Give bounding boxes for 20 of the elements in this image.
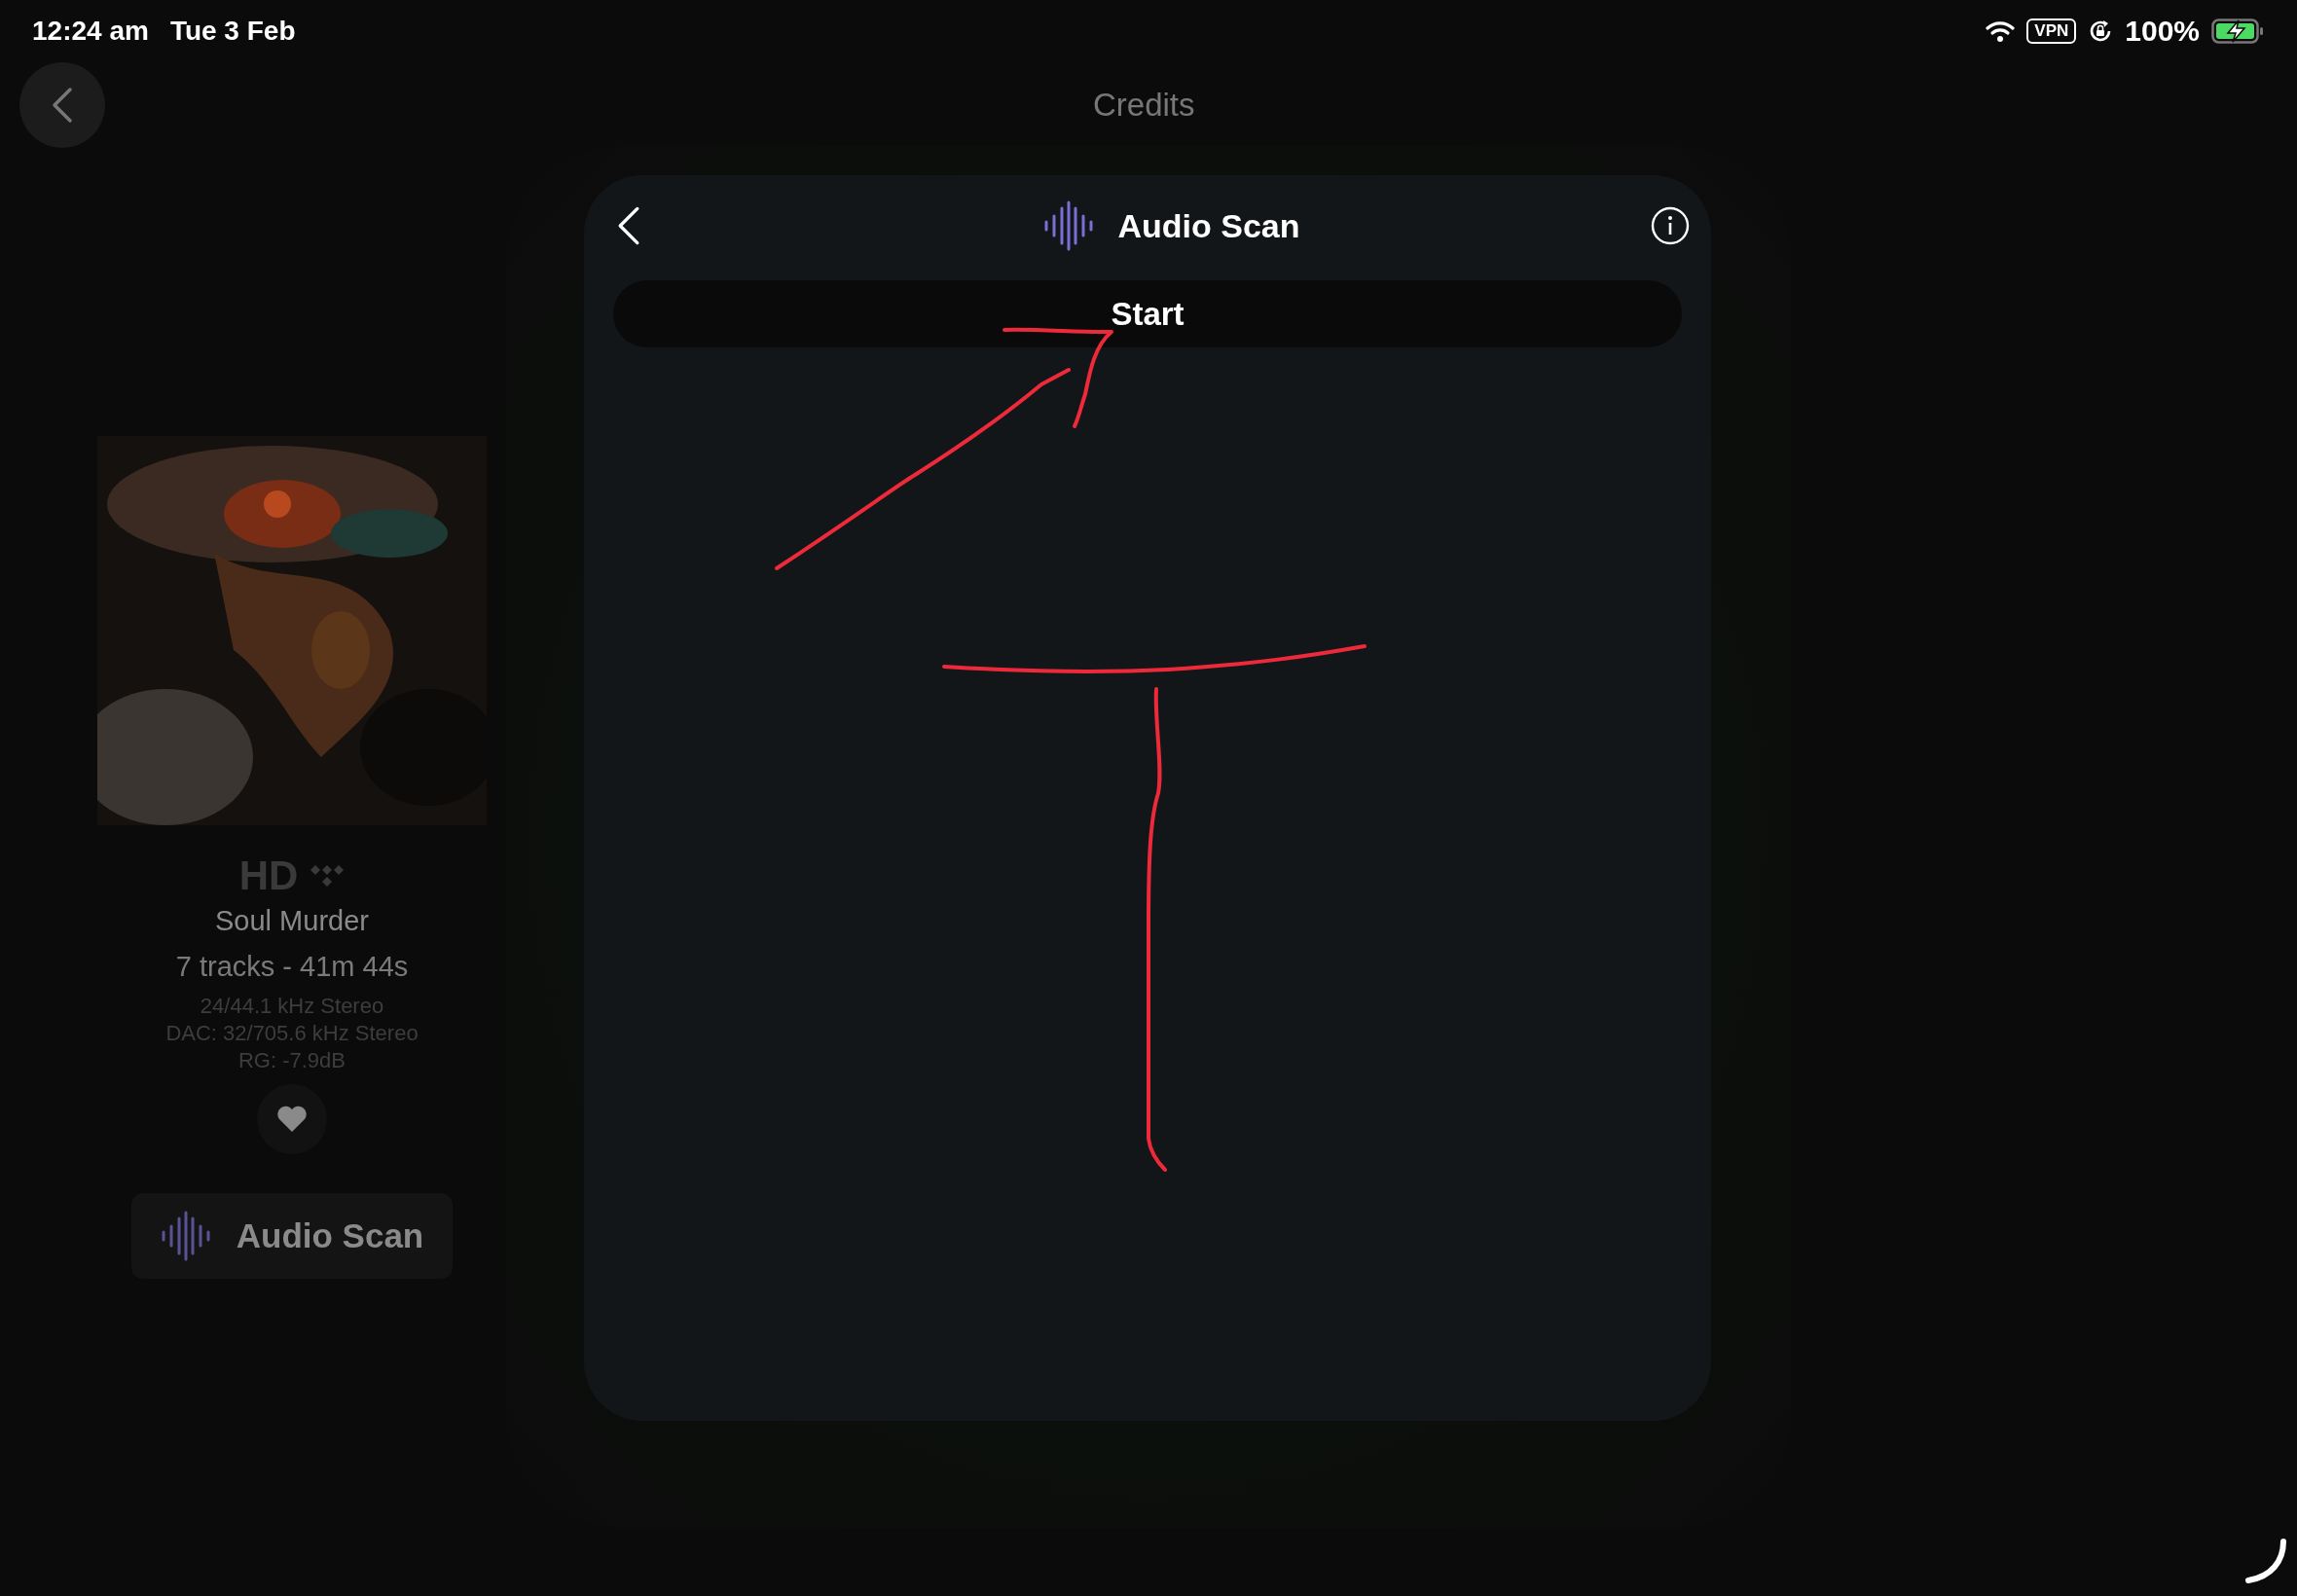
battery-percentage: 100% [2125,15,2200,48]
status-date: Tue 3 Feb [169,16,296,47]
start-button[interactable]: Start [613,280,1682,347]
wifi-icon [1986,20,2016,42]
status-time: 12:24 am [32,16,149,47]
audio-scan-button[interactable]: Audio Scan [131,1193,453,1279]
info-icon [1651,206,1690,245]
corner-arc-icon [2244,1538,2287,1584]
panel-title: Audio Scan [1117,206,1300,245]
track-summary: 7 tracks - 41m 44s [175,951,409,983]
sound-wave-icon [160,1211,211,1261]
info-button[interactable] [1651,206,1690,245]
page-title: Credits [1093,87,1195,124]
vpn-badge: VPN [2026,18,2077,44]
diamond-logo-icon [310,864,346,888]
album-title: Soul Murder [215,905,369,937]
heart-icon [276,1106,308,1133]
battery-charging-icon [2211,18,2264,44]
sound-wave-icon [1043,200,1095,251]
chevron-left-icon [51,86,74,125]
